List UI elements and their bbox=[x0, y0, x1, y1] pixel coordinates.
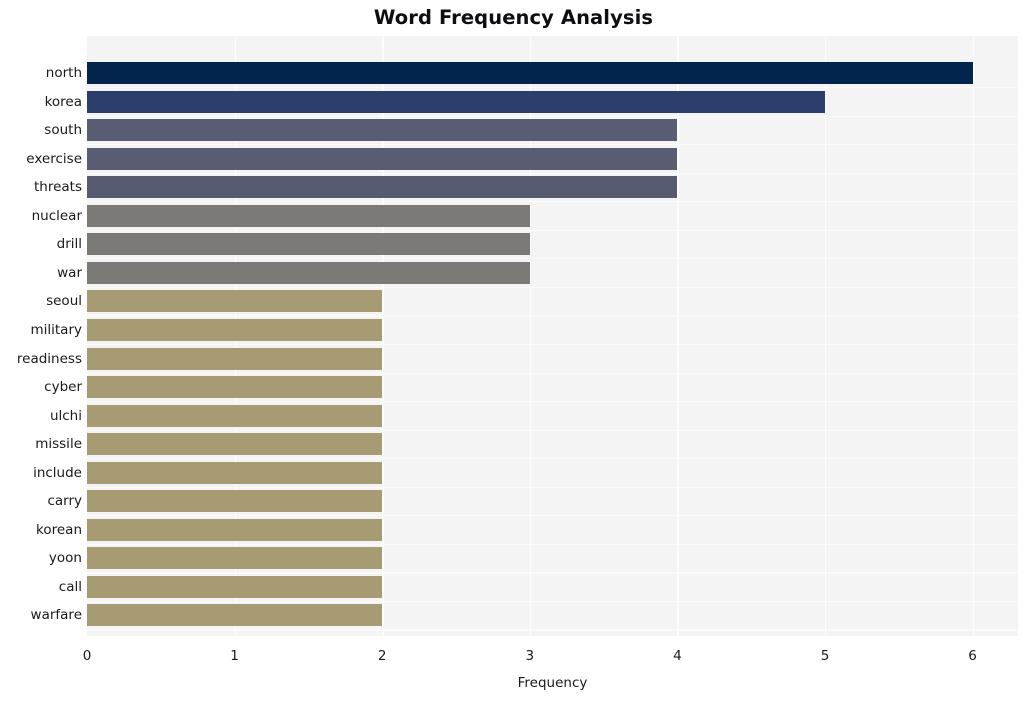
y-tick-label-exercise: exercise bbox=[26, 150, 82, 167]
gridline-row bbox=[87, 372, 1018, 374]
y-tick-label-south: south bbox=[44, 122, 82, 139]
bar-drill bbox=[87, 233, 530, 256]
gridline-row bbox=[87, 515, 1018, 517]
y-tick-label-military: military bbox=[30, 321, 82, 338]
y-tick-label-drill: drill bbox=[56, 236, 82, 253]
bar-north bbox=[87, 62, 973, 84]
gridline-row bbox=[87, 343, 1018, 346]
y-tick-label-missile: missile bbox=[35, 436, 82, 453]
bar-war bbox=[87, 261, 530, 284]
y-tick-label-cyber: cyber bbox=[44, 379, 82, 396]
gridline-row bbox=[87, 458, 1018, 460]
plot-area bbox=[87, 36, 1018, 636]
y-tick-label-warfare: warfare bbox=[30, 607, 82, 624]
gridline-row bbox=[87, 315, 1018, 317]
bar-warfare bbox=[87, 604, 383, 627]
y-tick-label-carry: carry bbox=[47, 493, 82, 510]
x-tick-label-3: 3 bbox=[525, 648, 535, 664]
y-tick-label-nuclear: nuclear bbox=[31, 207, 82, 224]
y-tick-label-threats: threats bbox=[33, 179, 82, 196]
x-tick-label-1: 1 bbox=[230, 648, 239, 664]
gridline-row bbox=[87, 87, 1018, 89]
gridline-x-4 bbox=[677, 36, 679, 636]
y-tick-label-war: war bbox=[57, 264, 82, 281]
bar-yoon bbox=[87, 547, 383, 570]
bar-exercise bbox=[87, 147, 678, 170]
bar-missile bbox=[87, 433, 383, 456]
x-axis-label: Frequency bbox=[517, 675, 588, 691]
gridline-row bbox=[87, 144, 1018, 146]
bar-ulchi bbox=[87, 404, 383, 427]
gridline-row bbox=[87, 429, 1018, 431]
bar-threats bbox=[87, 176, 678, 199]
gridline-row bbox=[87, 600, 1018, 603]
gridline-x-5 bbox=[825, 36, 827, 636]
bar-include bbox=[87, 461, 383, 484]
bar-carry bbox=[87, 490, 383, 513]
bar-cyber bbox=[87, 376, 383, 399]
bar-korean bbox=[87, 518, 383, 541]
bar-call bbox=[87, 575, 383, 598]
bar-south bbox=[87, 119, 678, 142]
y-tick-label-include: include bbox=[33, 464, 82, 481]
bar-readiness bbox=[87, 347, 383, 370]
y-tick-label-seoul: seoul bbox=[46, 293, 82, 310]
gridline-row bbox=[87, 229, 1018, 231]
x-tick-label-6: 6 bbox=[968, 648, 977, 664]
x-tick-label-2: 2 bbox=[377, 648, 387, 664]
x-tick-label-4: 4 bbox=[673, 648, 682, 664]
y-tick-label-korean: korean bbox=[36, 521, 82, 538]
gridline-row bbox=[87, 258, 1018, 260]
bar-korea bbox=[87, 90, 825, 113]
y-tick-label-ulchi: ulchi bbox=[49, 407, 82, 424]
y-tick-label-readiness: readiness bbox=[16, 350, 82, 367]
y-tick-label-korea: korea bbox=[44, 93, 82, 110]
gridline-row bbox=[87, 486, 1018, 488]
bar-military bbox=[87, 318, 383, 341]
y-tick-label-yoon: yoon bbox=[48, 550, 82, 567]
chart-title: Word Frequency Analysis bbox=[373, 6, 654, 29]
y-tick-label-north: north bbox=[45, 65, 82, 81]
x-tick-label-0: 0 bbox=[82, 648, 92, 664]
gridline-row bbox=[87, 201, 1018, 203]
gridline-row bbox=[87, 172, 1018, 174]
chart-figure: Word Frequency Analysis north korea south e… bbox=[0, 0, 1027, 701]
gridline-x-6 bbox=[972, 36, 974, 636]
y-tick-label-call: call bbox=[58, 578, 82, 595]
bar-seoul bbox=[87, 290, 383, 313]
gridline-row bbox=[87, 115, 1018, 117]
gridline-row bbox=[87, 286, 1018, 289]
x-tick-label-5: 5 bbox=[820, 648, 830, 664]
gridline-row bbox=[87, 572, 1018, 574]
gridline-row bbox=[87, 629, 1018, 631]
bar-nuclear bbox=[87, 204, 530, 227]
gridline-row bbox=[87, 543, 1018, 545]
gridline-row bbox=[87, 401, 1018, 403]
